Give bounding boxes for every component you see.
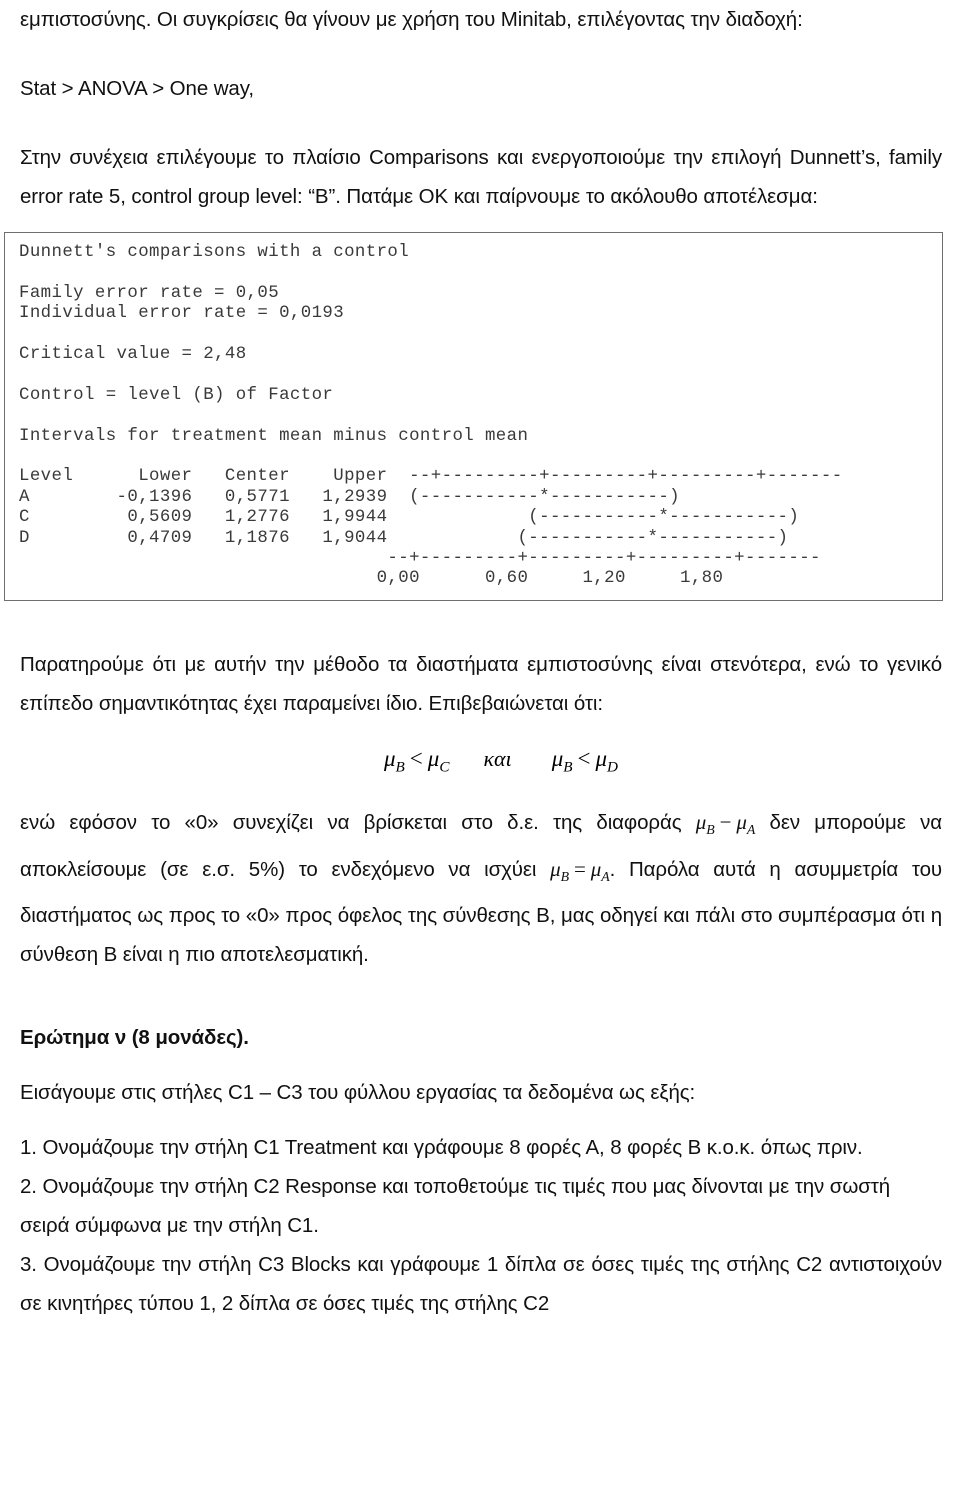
conjunction-label: και	[483, 745, 512, 771]
intervals-caption: Intervals for treatment mean minus contr…	[19, 426, 529, 446]
axis-tick-labels: 0,00 0,60 1,20 1,80	[19, 569, 724, 589]
question-heading: Ερώτημα ν (8 μονάδες).	[20, 1025, 249, 1049]
table-header-row: Level Lower Center Upper --+---------+--…	[19, 467, 843, 487]
list-item: 3. Ονομάζουμε την στήλη C3 Blocks και γρ…	[20, 1252, 942, 1315]
individual-error-rate: Individual error rate = 0,0193	[19, 304, 345, 324]
less-than-operator: <	[577, 745, 591, 771]
mu-symbol: μ	[695, 810, 707, 835]
mu-subscript: A	[746, 822, 756, 838]
mu-subscript: B	[560, 868, 569, 884]
list-item: 2. Ονομάζουμε την στήλη C2 Response και …	[20, 1174, 891, 1237]
mu-subscript: B	[563, 758, 573, 776]
mu-symbol: μ	[590, 856, 602, 881]
intro-paragraph-1: εμπιστοσύνης. Οι συγκρίσεις θα γίνουν με…	[20, 8, 803, 31]
less-than-operator: <	[409, 745, 423, 771]
mu-symbol: μ	[550, 856, 561, 881]
mu-symbol: μ	[383, 745, 396, 771]
commentary-paragraph: Παρατηρούμε ότι με αυτήν την μέθοδο τα δ…	[20, 652, 942, 715]
table-row: D 0,4709 1,1876 1,9044 (-----------*----…	[19, 528, 789, 548]
family-error-rate: Family error rate = 0,05	[19, 283, 280, 303]
minitab-output-box: Dunnett's comparisons with a control Fam…	[4, 232, 943, 601]
question-lead-in: Εισάγουμε στις στήλες C1 – C3 του φύλλου…	[20, 1080, 696, 1104]
minus-operator: −	[719, 810, 732, 835]
mu-subscript: A	[601, 868, 610, 884]
mu-subscript: C	[439, 758, 450, 776]
mu-symbol: μ	[595, 745, 608, 771]
intro-paragraph-2: Στην συνέχεια επιλέγουμε το πλαίσιο Comp…	[20, 146, 942, 208]
mu-subscript: B	[706, 822, 715, 838]
document-page: εμπιστοσύνης. Οι συγκρίσεις θα γίνουν με…	[0, 0, 960, 1499]
mu-subscript: D	[607, 758, 619, 776]
equals-operator: =	[574, 856, 586, 881]
mu-symbol: μ	[736, 810, 747, 835]
output-title: Dunnett's comparisons with a control	[19, 243, 410, 262]
conclusion-text-1: ενώ εφόσον το «0» συνεχίζει να βρίσκεται…	[20, 811, 696, 835]
list-item: 1. Ονομάζουμε την στήλη C1 Treatment και…	[20, 1135, 863, 1159]
inequality-formula: μB < μC και μB < μD	[20, 739, 942, 788]
table-row: C 0,5609 1,2776 1,9944 (-----------*----…	[19, 508, 800, 528]
axis-rule: --+---------+---------+---------+-------	[19, 549, 821, 569]
mu-symbol: μ	[427, 745, 440, 771]
critical-value: Critical value = 2,48	[19, 345, 247, 364]
inline-math-equality: μB = μA	[550, 856, 610, 884]
mu-subscript: B	[395, 758, 405, 776]
minitab-menu-path: Stat > ANOVA > One way,	[20, 77, 254, 100]
conclusion-paragraph: ενώ εφόσον το «0» συνεχίζει να βρίσκεται…	[20, 803, 942, 973]
mu-symbol: μ	[551, 745, 564, 771]
inline-math-difference: μB − μA	[695, 810, 756, 837]
control-level: Control = level (B) of Factor	[19, 385, 334, 405]
table-row: A -0,1396 0,5771 1,2939 (-----------*---…	[19, 487, 681, 507]
